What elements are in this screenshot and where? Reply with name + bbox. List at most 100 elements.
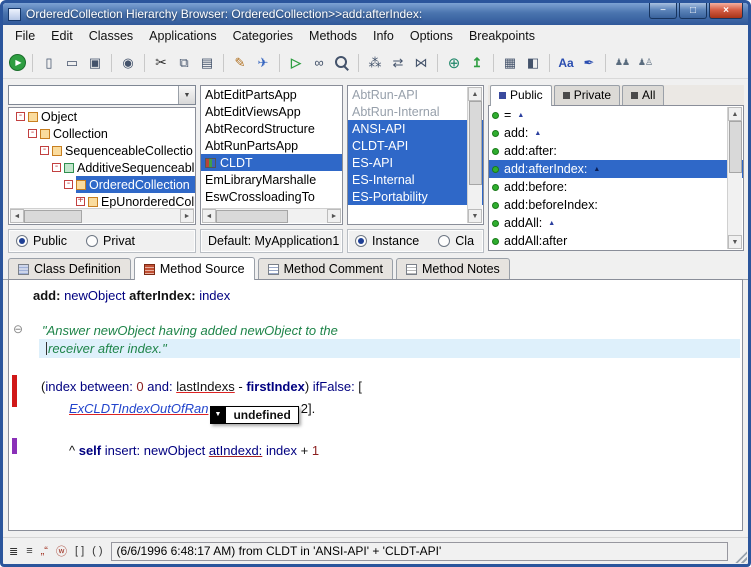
cut-icon[interactable]: ✂ bbox=[151, 53, 171, 73]
menu-methods[interactable]: Methods bbox=[301, 27, 365, 45]
new-document-icon[interactable]: ▯ bbox=[39, 53, 59, 73]
list-item-selected[interactable]: ES-API bbox=[348, 154, 483, 171]
menu-file[interactable]: File bbox=[7, 27, 43, 45]
brackets-icon[interactable]: [ ] bbox=[75, 545, 84, 557]
globe-icon[interactable]: ⊕ bbox=[444, 53, 464, 73]
tab-all[interactable]: All bbox=[622, 85, 664, 105]
method-item[interactable]: add:beforeIndex: bbox=[489, 196, 743, 214]
tree-item-orderedcollection[interactable]: - OrderedCollection bbox=[9, 176, 195, 193]
align-icon[interactable]: ≣ bbox=[9, 545, 18, 558]
grid-icon[interactable]: ▦ bbox=[500, 53, 520, 73]
titlebar[interactable]: OrderedCollection Hierarchy Browser: Ord… bbox=[3, 3, 748, 25]
indent-icon[interactable]: ≡ bbox=[26, 545, 32, 557]
load-icon[interactable]: ↥ bbox=[467, 53, 487, 73]
list-item-selected[interactable]: CLDT-API bbox=[348, 137, 483, 154]
maximize-button[interactable]: □ bbox=[679, 3, 707, 19]
classes-icon[interactable]: ♟♟ bbox=[612, 53, 632, 73]
categories-vertical-scrollbar[interactable]: ▲ ▼ bbox=[467, 87, 482, 223]
tab-method-source[interactable]: Method Source bbox=[134, 257, 255, 280]
font-icon[interactable]: Aa bbox=[556, 53, 576, 73]
execute-icon[interactable]: ▷ bbox=[286, 53, 306, 73]
edit-icon[interactable]: ✎ bbox=[230, 53, 250, 73]
menu-options[interactable]: Options bbox=[402, 27, 461, 45]
list-item[interactable]: AbtEditViewsApp bbox=[201, 103, 342, 120]
value-popup[interactable]: ▼undefined bbox=[210, 406, 298, 424]
scroll-left-icon[interactable]: ◄ bbox=[10, 209, 24, 223]
method-item-selected[interactable]: add:afterIndex: ▲ bbox=[489, 160, 743, 178]
minimize-button[interactable]: − bbox=[649, 3, 677, 19]
tab-method-notes[interactable]: Method Notes bbox=[396, 258, 510, 279]
run-icon[interactable]: ▶ bbox=[9, 54, 26, 71]
list-item[interactable]: EswCrossloadingTo bbox=[201, 188, 342, 205]
tab-private[interactable]: Private bbox=[554, 85, 620, 105]
list-item-selected[interactable]: ANSI-API bbox=[348, 120, 483, 137]
tree-item-collection[interactable]: - Collection bbox=[9, 125, 195, 142]
list-item[interactable]: AbtRun-API bbox=[348, 86, 483, 103]
tab-method-comment[interactable]: Method Comment bbox=[258, 258, 393, 279]
scroll-left-icon[interactable]: ◄ bbox=[202, 209, 216, 223]
method-item[interactable]: add:before: bbox=[489, 178, 743, 196]
methods-vertical-scrollbar[interactable]: ▲ ▼ bbox=[727, 107, 742, 249]
method-item[interactable]: addAll: ▲ bbox=[489, 214, 743, 232]
scrollbar-thumb[interactable] bbox=[24, 210, 82, 223]
list-item[interactable]: AbtEditPartsApp bbox=[201, 86, 342, 103]
list-item[interactable]: AbtRun-Internal bbox=[348, 103, 483, 120]
applications-icon[interactable]: ♟♙ bbox=[635, 53, 655, 73]
hierarchy-icon[interactable]: ⁂ bbox=[365, 53, 385, 73]
scroll-down-icon[interactable]: ▼ bbox=[728, 235, 742, 249]
list-item[interactable]: AbtRunPartsApp bbox=[201, 137, 342, 154]
open-folder-icon[interactable]: ▭ bbox=[62, 53, 82, 73]
word-wrap-icon[interactable]: ⓦ bbox=[56, 543, 67, 559]
snapshot-icon[interactable]: ◉ bbox=[118, 53, 138, 73]
tree-item-object[interactable]: - Object bbox=[9, 108, 195, 125]
tab-public[interactable]: Public bbox=[490, 85, 552, 106]
scroll-right-icon[interactable]: ► bbox=[180, 209, 194, 223]
browse-icon[interactable]: ∞ bbox=[309, 53, 329, 73]
menu-categories[interactable]: Categories bbox=[225, 27, 301, 45]
expand-icon[interactable]: + bbox=[76, 197, 85, 206]
method-item[interactable]: addAll:after bbox=[489, 232, 743, 250]
menu-breakpoints[interactable]: Breakpoints bbox=[461, 27, 543, 45]
collapse-icon[interactable]: - bbox=[28, 129, 37, 138]
collapse-icon[interactable]: - bbox=[16, 112, 25, 121]
list-item-selected[interactable]: ES-Internal bbox=[348, 171, 483, 188]
copy-icon[interactable]: ⧉ bbox=[174, 53, 194, 73]
annotate-icon[interactable]: ✒ bbox=[579, 53, 599, 73]
bookmark-marker[interactable] bbox=[12, 438, 17, 454]
parens-icon[interactable]: ( ) bbox=[92, 545, 102, 557]
tab-class-definition[interactable]: Class Definition bbox=[8, 258, 131, 279]
popup-dropdown-icon[interactable]: ▼ bbox=[210, 406, 225, 424]
method-item[interactable]: add: ▲ bbox=[489, 124, 743, 142]
method-item[interactable]: add:after: bbox=[489, 142, 743, 160]
scrollbar-thumb[interactable] bbox=[729, 121, 742, 173]
split-icon[interactable]: ◧ bbox=[523, 53, 543, 73]
apps-horizontal-scrollbar[interactable]: ◄ ► bbox=[202, 208, 341, 223]
menu-edit[interactable]: Edit bbox=[43, 27, 81, 45]
menu-applications[interactable]: Applications bbox=[141, 27, 224, 45]
list-item-selected[interactable]: ES-Portability bbox=[348, 188, 483, 205]
private-radio[interactable] bbox=[86, 235, 98, 247]
method-source-editor[interactable]: ⊖ add: newObject afterIndex: index "Answ… bbox=[8, 279, 743, 531]
close-button[interactable]: × bbox=[709, 3, 743, 19]
breakpoint-marker[interactable] bbox=[12, 375, 17, 407]
instance-radio[interactable] bbox=[355, 235, 367, 247]
public-radio[interactable] bbox=[16, 235, 28, 247]
method-item[interactable]: = ▲ bbox=[489, 106, 743, 124]
scroll-right-icon[interactable]: ► bbox=[327, 209, 341, 223]
scrollbar-thumb[interactable] bbox=[469, 101, 482, 185]
menu-info[interactable]: Info bbox=[365, 27, 402, 45]
scroll-up-icon[interactable]: ▲ bbox=[728, 107, 742, 121]
list-item[interactable]: AbtRecordStructure bbox=[201, 120, 342, 137]
tree-horizontal-scrollbar[interactable]: ◄ ► bbox=[10, 208, 194, 223]
class-radio[interactable] bbox=[438, 235, 450, 247]
menu-classes[interactable]: Classes bbox=[81, 27, 141, 45]
search-icon[interactable] bbox=[332, 53, 352, 73]
scroll-up-icon[interactable]: ▲ bbox=[468, 87, 482, 101]
scroll-down-icon[interactable]: ▼ bbox=[468, 209, 482, 223]
collapse-icon[interactable]: - bbox=[64, 180, 73, 189]
compare-icon[interactable]: ⋈ bbox=[411, 53, 431, 73]
tree-item-sequenceablecollection[interactable]: - SequenceableCollectio bbox=[9, 142, 195, 159]
paste-icon[interactable]: ▤ bbox=[197, 53, 217, 73]
send-icon[interactable]: ✈ bbox=[253, 53, 273, 73]
collapse-icon[interactable]: - bbox=[40, 146, 49, 155]
